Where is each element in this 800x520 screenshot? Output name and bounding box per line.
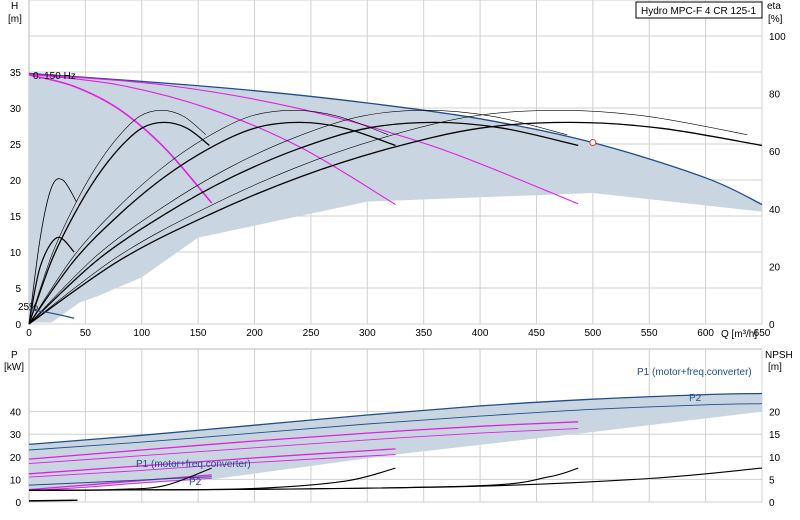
y-label-power-symbol: P [11,350,18,361]
chart-title: Hydro MPC-F 4 CR 125-1 [641,6,756,17]
pump-performance-chart: 0 50 100 150 200 250 300 350 400 450 500 550 600 6500… [4,0,793,509]
x-tick-label-10: 500 [585,328,602,339]
x-tick-label-7: 350 [415,328,432,339]
power-curve-min-speed [28,499,78,502]
head-efficiency-panel: 0 50 100 150 200 250 300 350 400 450 500 550 600 6500… [10,0,786,339]
x-tick-label-8: 400 [472,328,489,339]
x-tick-label-12: 600 [697,328,714,339]
x-tick-label-11: 550 [641,328,658,339]
x-axis-label: Q [m³/h] [721,329,757,340]
y-label-npsh-unit: [m] [768,362,782,373]
y-tick-label-eta-3: 60 [769,147,781,158]
x-tick-label-9: 450 [528,328,545,339]
y-label-power-unit: [kW] [4,362,24,373]
y-tick-label-power-2: 20 [10,453,22,464]
y-tick-label-npsh-2: 10 [769,453,781,464]
y-tick-label-eta-4: 80 [769,90,781,101]
y-tick-label-power-1: 10 [10,475,22,486]
y-tick-label-power-3: 30 [10,430,22,441]
y-tick-label-npsh-1: 5 [769,475,775,486]
y-tick-label-eta-2: 40 [769,205,781,216]
y-tick-label-npsh-3: 15 [769,430,781,441]
x-tick-label-4: 200 [246,328,263,339]
annotation-speed: 0: 150 Hz [33,71,76,82]
y-label-head-symbol: H [11,1,18,12]
x-tick-label-0: 0 [26,328,32,339]
y-tick-label-eta-5: 100 [769,32,786,43]
y-tick-label-power-0: 0 [15,498,21,509]
label-p1-large: P1 (motor+freq.converter) [637,367,752,378]
x-tick-label-3: 150 [190,328,207,339]
x-tick-label-2: 100 [133,328,150,339]
x-tick-label-6: 300 [359,328,376,339]
label-p2-large: P2 [689,393,702,404]
annotation-min-speed: 25% [18,302,38,313]
y-tick-label-head-5: 25 [10,140,22,151]
duty-point-marker [589,139,597,147]
label-p2-small: P2 [189,477,202,488]
y-tick-label-head-7: 35 [10,68,22,79]
y-tick-label-npsh-0: 0 [769,498,775,509]
label-p1-small: P1 (motor+freq.converter) [136,459,251,470]
y-label-npsh-symbol: NPSH [765,350,793,361]
y-tick-label-eta-1: 20 [769,262,781,273]
y-tick-label-head-1: 5 [15,284,21,295]
y-tick-label-head-4: 20 [10,176,22,187]
y-tick-label-power-4: 40 [10,408,22,419]
x-tick-label-1: 50 [80,328,92,339]
y-label-eta-symbol: eta [767,1,781,12]
x-tick-label-5: 250 [303,328,320,339]
y-tick-label-npsh-4: 20 [769,408,781,419]
y-tick-label-head-2: 10 [10,248,22,259]
y-tick-label-head-6: 30 [10,104,22,115]
y-label-head-unit: [m] [8,14,22,25]
y-tick-label-head-3: 15 [10,212,22,223]
y-label-eta-unit: [%] [768,14,783,25]
y-tick-label-eta-0: 0 [769,320,775,331]
y-tick-label-head-0: 0 [15,320,21,331]
